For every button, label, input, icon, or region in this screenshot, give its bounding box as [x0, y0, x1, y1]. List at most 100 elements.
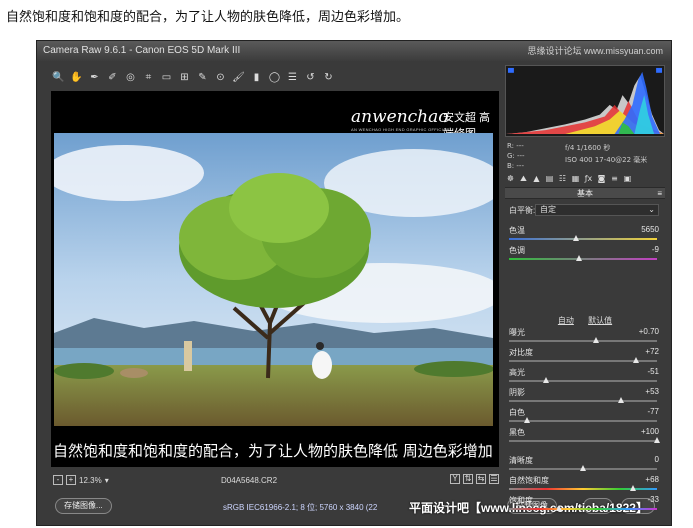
- presets-tab-icon[interactable]: ≡: [609, 173, 620, 184]
- straighten-icon[interactable]: ▭: [159, 70, 174, 85]
- slider-thumb[interactable]: [523, 417, 530, 423]
- auto-link[interactable]: 自动: [558, 316, 574, 325]
- slider-label: 对比度: [509, 348, 533, 357]
- slider-label: 饱和度: [509, 496, 533, 505]
- panel-title: 基本: [577, 189, 593, 198]
- slider-thumb[interactable]: [633, 357, 640, 363]
- brand-logo-text: anwenchao: [351, 107, 449, 127]
- color-sampler-icon[interactable]: ✐: [105, 70, 120, 85]
- crop-icon[interactable]: ⌗: [141, 70, 156, 85]
- slider-thumb[interactable]: [593, 337, 600, 343]
- green-readout: G: ---: [507, 152, 525, 160]
- basic-tab-icon[interactable]: ☸: [505, 173, 516, 184]
- transform-icon[interactable]: ⊞: [177, 70, 192, 85]
- blue-readout: B: ---: [507, 162, 524, 170]
- slider-thumb[interactable]: [630, 485, 637, 491]
- panel-menu-icon[interactable]: ≡: [657, 188, 662, 200]
- split-toning-tab-icon[interactable]: ☷: [557, 173, 568, 184]
- exif-aperture-shutter: f/4 1/1600 秒: [565, 144, 611, 152]
- hsl-tab-icon[interactable]: ▤: [544, 173, 555, 184]
- histogram: [505, 65, 665, 137]
- slider-value[interactable]: -51: [647, 367, 659, 376]
- effects-tab-icon[interactable]: ƒx: [583, 173, 594, 184]
- default-link[interactable]: 默认值: [588, 316, 612, 325]
- toggle-settings-icon[interactable]: ☰: [489, 474, 499, 484]
- slider-thumb[interactable]: [575, 255, 582, 261]
- red-readout: R: ---: [507, 142, 524, 150]
- toolbar: 🔍✋✒✐◎⌗▭⊞✎⊙🖌▮◯☰↺↻ ⤢: [51, 67, 533, 87]
- slider-thumb[interactable]: [543, 377, 549, 383]
- slider-thumb[interactable]: [556, 505, 563, 511]
- slider-row: 自然饱和度 +68: [509, 475, 663, 495]
- slider-track[interactable]: [509, 508, 657, 510]
- workflow-options-link[interactable]: sRGB IEC61966-2.1; 8 位; 5760 x 3840 (22: [223, 502, 377, 513]
- white-balance-select[interactable]: 自定 ⌄: [535, 204, 659, 216]
- slider-value[interactable]: -9: [652, 245, 659, 254]
- before-after-icon[interactable]: Y: [450, 474, 460, 484]
- camera-calibration-tab-icon[interactable]: ◙: [596, 173, 607, 184]
- slider-thumb[interactable]: [572, 235, 579, 241]
- preferences-icon[interactable]: ☰: [285, 70, 300, 85]
- red-eye-icon[interactable]: ⊙: [213, 70, 228, 85]
- graduated-filter-icon[interactable]: ▮: [249, 70, 264, 85]
- slider-value[interactable]: +68: [645, 475, 659, 484]
- detail-tab-icon[interactable]: ▲: [531, 173, 542, 184]
- slider-track[interactable]: [509, 420, 657, 422]
- slider-row: 阴影 +53: [509, 387, 663, 407]
- zoom-in-button[interactable]: +: [66, 475, 76, 485]
- adjustment-brush-icon[interactable]: 🖌: [231, 70, 246, 85]
- slider-value[interactable]: +0.70: [639, 327, 659, 336]
- camera-raw-window: Camera Raw 9.6.1 - Canon EOS 5D Mark III…: [36, 40, 672, 526]
- slider-row: 色温 5650: [509, 225, 663, 245]
- zoom-level[interactable]: 12.3%: [79, 476, 102, 485]
- slider-label: 阴影: [509, 388, 525, 397]
- chevron-down-icon[interactable]: ▾: [105, 476, 109, 485]
- slider-thumb[interactable]: [580, 465, 586, 471]
- chevron-down-icon: ⌄: [648, 205, 655, 214]
- slider-track[interactable]: [509, 440, 657, 442]
- zoom-control: - + 12.3% ▾: [53, 475, 109, 485]
- slider-value[interactable]: +100: [641, 427, 659, 436]
- spot-removal-icon[interactable]: ✎: [195, 70, 210, 85]
- white-balance-row: 白平衡: 自定 ⌄: [509, 204, 663, 217]
- slider-track[interactable]: [509, 340, 657, 342]
- copy-settings-icon[interactable]: ⇆: [476, 474, 486, 484]
- slider-thumb[interactable]: [654, 437, 660, 443]
- slider-label: 色调: [509, 246, 525, 255]
- zoom-icon[interactable]: 🔍: [51, 70, 66, 85]
- save-image-button[interactable]: 存储图像...: [55, 498, 112, 514]
- lens-tab-icon[interactable]: ▦: [570, 173, 581, 184]
- slider-row: 清晰度 0: [509, 455, 663, 475]
- slider-track[interactable]: [509, 238, 657, 240]
- slider-label: 白色: [509, 408, 525, 417]
- slider-value[interactable]: 0: [655, 455, 659, 464]
- tone-curve-tab-icon[interactable]: ⛰: [518, 173, 529, 184]
- rotate-cw-icon[interactable]: ↻: [321, 70, 336, 85]
- slider-value[interactable]: +72: [645, 347, 659, 356]
- slider-value[interactable]: -33: [647, 495, 659, 504]
- slider-value[interactable]: -77: [647, 407, 659, 416]
- slider-track[interactable]: [509, 258, 657, 260]
- forum-watermark: 思缘设计论坛 www.missyuan.com: [527, 46, 663, 56]
- panel-tabs: ☸ ⛰ ▲ ▤ ☷ ▦ ƒx ◙ ≡ ▣: [505, 171, 665, 185]
- slider-value[interactable]: +53: [645, 387, 659, 396]
- auto-default-row: 自动 默认值: [505, 315, 665, 326]
- slider-row: 白色 -77: [509, 407, 663, 427]
- rotate-ccw-icon[interactable]: ↺: [303, 70, 318, 85]
- slider-track[interactable]: [509, 400, 657, 402]
- zoom-out-button[interactable]: -: [53, 475, 63, 485]
- slider-row: 色调 -9: [509, 245, 663, 265]
- top-caption: 自然饱和度和饱和度的配合，为了让人物的肤色降低，周边色彩增加。: [6, 10, 410, 25]
- hand-icon[interactable]: ✋: [69, 70, 84, 85]
- target-adjust-icon[interactable]: ◎: [123, 70, 138, 85]
- view-controls: Y ⇅ ⇆ ☰: [450, 474, 499, 484]
- slider-track[interactable]: [509, 380, 657, 382]
- radial-filter-icon[interactable]: ◯: [267, 70, 282, 85]
- slider-value[interactable]: 5650: [641, 225, 659, 234]
- slider-thumb[interactable]: [618, 397, 625, 403]
- snapshots-tab-icon[interactable]: ▣: [622, 173, 633, 184]
- image-caption: 自然饱和度和饱和度的配合，为了让人物的肤色降低 周边色彩增加: [53, 442, 493, 460]
- image-canvas[interactable]: anwenchao 安文超 高端修图 AN WENCHAO HIGH END G…: [51, 91, 499, 467]
- swap-settings-icon[interactable]: ⇅: [463, 474, 473, 484]
- eyedropper-icon[interactable]: ✒: [87, 70, 102, 85]
